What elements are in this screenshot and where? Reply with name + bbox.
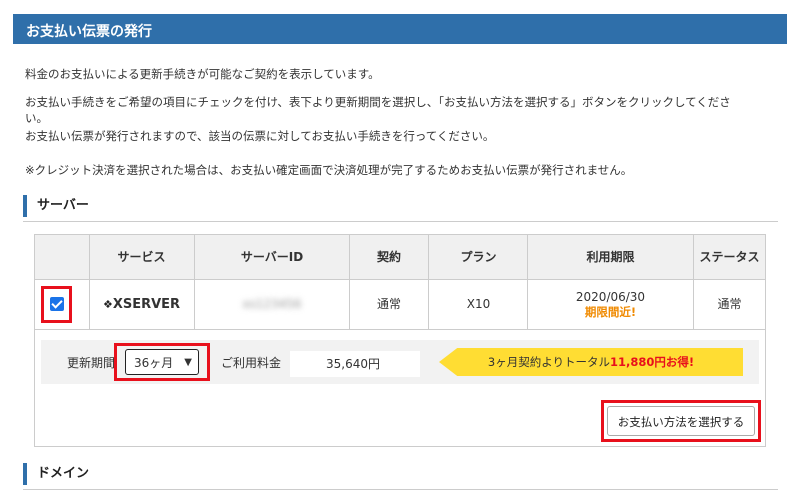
promo-tag: 3ヶ月契約よりトータル11,880円お得!	[439, 348, 743, 376]
col-header-server-id: サーバーID	[240, 250, 304, 264]
xserver-diamond-logo-icon: ❖	[102, 298, 113, 311]
service-cell: ❖XSERVER	[90, 280, 193, 329]
intro-text-2b: い。	[25, 111, 48, 125]
server-contract-table: サービス サーバーID 契約 プラン 利用期限 ステータス ❖XSERVER x…	[34, 234, 766, 447]
row-divider	[35, 329, 765, 330]
domain-section-divider	[23, 489, 778, 490]
renewal-period-label: 更新期間	[67, 356, 116, 370]
intro-text-3: お支払い伝票が発行されますので、該当の伝票に対してお支払い手続きを行ってください…	[25, 129, 495, 143]
intro-text-2a: お支払い手続きをご希望の項目にチェックを付け、表下より更新期間を選択し、「お支払…	[25, 95, 731, 109]
usage-fee-label: ご利用料金	[221, 356, 282, 370]
contract-cell: 通常	[376, 297, 401, 311]
server-section-heading: サーバー	[23, 195, 89, 217]
usage-fee-value: 35,640円	[326, 357, 380, 371]
intro-text-4: ※クレジット決済を選択された場合は、お支払い確定画面で決済処理が完了するためお支…	[25, 163, 633, 177]
plan-cell: X10	[466, 297, 491, 311]
renewal-period-bar: 更新期間 36ヶ月 ▼ ご利用料金 35,640円 3ヶ月契約よりトータル11,…	[41, 340, 759, 384]
service-name: XSERVER	[112, 297, 181, 312]
page-title: お支払い伝票の発行	[26, 24, 152, 40]
server-section-divider	[23, 221, 778, 222]
intro-text-1: 料金のお支払いによる更新手続きが可能なご契約を表示しています。	[25, 67, 380, 81]
col-header-service: サービス	[117, 250, 166, 264]
col-header-contract: 契約	[376, 250, 401, 264]
chevron-down-icon: ▼	[184, 357, 192, 368]
col-header-expiry: 利用期限	[586, 250, 635, 264]
col-header-status: ステータス	[699, 250, 760, 264]
renewal-period-select[interactable]: 36ヶ月 ▼	[125, 349, 199, 375]
expiry-cell: 2020/06/30 期限間近!	[528, 280, 693, 329]
server-id-blurred: xs123456	[242, 297, 302, 311]
expiry-date: 2020/06/30	[575, 290, 646, 304]
status-cell: 通常	[717, 297, 742, 311]
expiry-warning-label: 期限間近!	[584, 305, 637, 319]
server-id-cell: xs123456	[195, 280, 349, 329]
page-title-bar: お支払い伝票の発行	[13, 14, 787, 44]
domain-section-heading: ドメイン	[23, 463, 89, 485]
promo-highlight: 11,880円お得!	[609, 355, 695, 369]
row-select-checkbox[interactable]	[50, 297, 64, 311]
usage-fee-box: 35,640円	[290, 351, 420, 377]
promo-text: 3ヶ月契約よりトータル	[487, 355, 610, 369]
select-payment-method-button[interactable]: お支払い方法を選択する	[607, 406, 755, 436]
col-header-plan: プラン	[460, 250, 497, 264]
renewal-period-value: 36ヶ月	[134, 356, 174, 370]
